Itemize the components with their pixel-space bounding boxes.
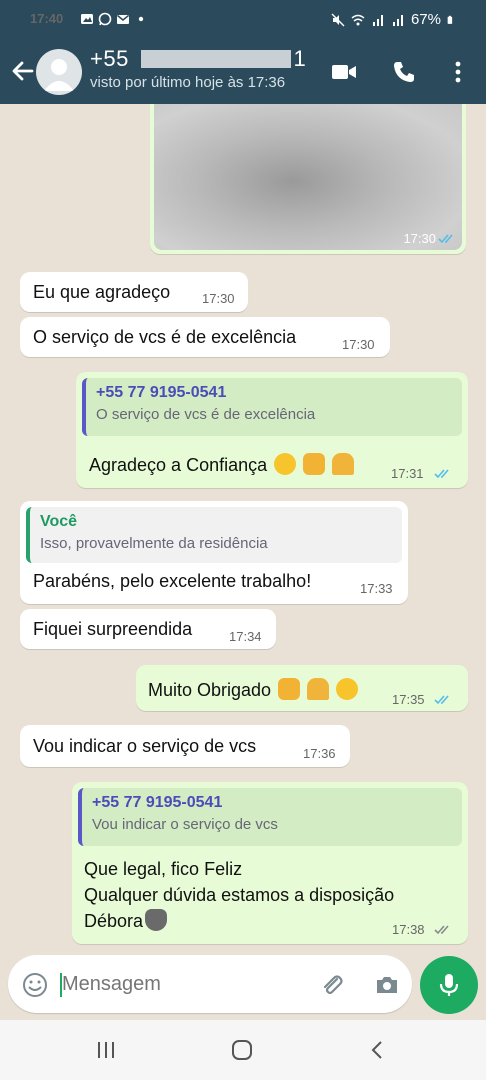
folded-hands-emoji [332,453,355,475]
read-ticks-icon [438,234,453,244]
redacted-block [141,50,292,68]
message-outgoing-reply[interactable]: +55 77 9195-0541 O serviço de vcs é de e… [76,372,468,488]
notification-icons [80,12,148,26]
more-options-icon[interactable] [444,58,472,86]
message-input[interactable] [62,968,302,1000]
message-time: 17:38 [392,922,425,937]
back-nav-icon[interactable] [366,1038,390,1062]
message-incoming[interactable]: Vou indicar o serviço de vcs 17:36 [20,725,350,767]
message-time: 17:30 [342,337,375,352]
quoted-sender: Você [40,513,78,530]
gallery-icon [81,14,93,24]
message-incoming-reply[interactable]: Você Isso, provavelmente da residência P… [20,501,408,604]
quoted-message[interactable]: +55 77 9195-0541 O serviço de vcs é de e… [82,378,462,436]
message-time: 17:33 [360,581,393,596]
message-incoming[interactable]: O serviço de vcs é de excelência 17:30 [20,317,390,357]
message-text: Que legal, fico Feliz Qualquer dúvida es… [84,856,394,934]
message-outgoing[interactable]: Muito Obrigado 17:35 [136,665,468,711]
contact-name-tail: 1 [293,46,307,71]
back-arrow-icon[interactable] [8,56,38,86]
contact-name-prefix: +55 [90,46,129,71]
message-time: 17:35 [392,692,425,707]
message-text-content: Muito Obrigado [148,680,272,700]
handshake-emoji [303,453,326,475]
wifi-icon [351,14,365,25]
contact-info[interactable]: +55 1 visto por último hoje às 17:36 [90,46,306,91]
message-outgoing-reply[interactable]: +55 77 9195-0541 Vou indicar o serviço d… [72,782,468,944]
message-composer[interactable] [8,955,412,1013]
blurred-image[interactable] [154,104,462,250]
message-line: Qualquer dúvida estamos a disposição [84,885,395,905]
attach-icon[interactable] [318,971,346,999]
message-time: 17:31 [391,466,424,481]
battery-icon [447,15,453,24]
quoted-message[interactable]: Você Isso, provavelmente da residência [26,507,402,563]
message-text: Eu que agradeço [33,282,171,302]
message-time: 17:30 [403,231,436,246]
voice-call-icon[interactable] [390,58,418,86]
quoted-text: O serviço de vcs é de excelência [96,406,316,423]
microphone-icon [439,974,459,996]
system-icons: 67% [331,11,456,28]
message-time: 17:36 [303,746,336,761]
video-call-icon[interactable] [330,58,358,86]
message-line: Que legal, fico Feliz [84,859,243,879]
message-time: 17:30 [202,291,235,306]
home-icon[interactable] [230,1038,254,1062]
camera-icon[interactable] [373,971,401,999]
read-ticks-icon [434,469,449,479]
signal-icon-2 [392,14,403,26]
message-incoming[interactable]: Fiquei surpreendida 17:34 [20,609,276,649]
quoted-text: Isso, provavelmente da residência [40,535,268,552]
signal-icon [372,14,383,26]
message-time: 17:34 [229,629,262,644]
grinning-face-emoji [336,678,359,700]
message-text: O serviço de vcs é de excelência [33,327,297,347]
gmail-icon [117,14,129,24]
last-seen: visto por último hoje às 17:36 [90,74,286,91]
quoted-sender: +55 77 9195-0541 [96,384,227,401]
message-text: Fiquei surpreendida [33,619,193,639]
battery-percent: 67% [410,11,441,28]
default-avatar-icon [44,59,74,91]
message-incoming[interactable]: Eu que agradeço 17:30 [20,272,248,312]
message-text: Vou indicar o serviço de vcs [33,736,257,756]
quoted-message[interactable]: +55 77 9195-0541 Vou indicar o serviço d… [78,788,462,846]
contact-name: +55 1 [90,46,306,72]
status-bar: 17:40 67% [0,0,486,40]
emoji-icon[interactable] [21,971,49,999]
dot-icon [138,16,144,22]
mute-icon [331,13,345,26]
folded-hands-emoji [307,678,330,700]
message-image-outgoing[interactable]: 17:30 [150,104,466,254]
message-text: Agradeço a Confiança [89,453,355,476]
handshake-emoji [278,678,301,700]
quoted-text: Vou indicar o serviço de vcs [92,816,278,833]
message-signature: Débora [84,911,144,931]
chat-header: +55 1 visto por último hoje às 17:36 [0,40,486,104]
chat-area[interactable]: 17:30 Eu que agradeço 17:30 O serviço de… [0,104,486,946]
avatar[interactable] [36,49,82,95]
status-time: 17:40 [30,11,64,26]
detective-emoji [145,909,168,931]
message-text-content: Agradeço a Confiança [89,455,268,475]
read-ticks-icon [434,695,449,705]
grinning-face-emoji [274,453,297,475]
message-line: Débora [84,908,394,934]
message-text: Muito Obrigado [148,678,359,701]
delivered-ticks-icon [434,925,449,935]
android-nav-bar [0,1020,486,1080]
recent-apps-icon[interactable] [94,1038,118,1062]
quoted-sender: +55 77 9195-0541 [92,794,223,811]
message-text: Parabéns, pelo excelente trabalho! [33,571,312,591]
whatsapp-icon [98,12,112,26]
voice-message-button[interactable] [420,956,478,1014]
